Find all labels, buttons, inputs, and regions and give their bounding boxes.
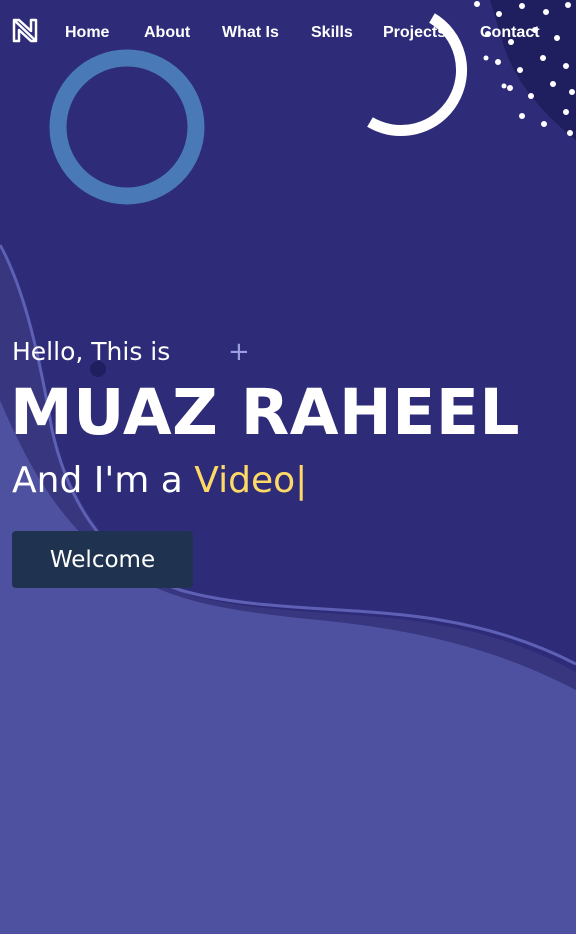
role-prefix: And I'm a [12,460,195,501]
nav-what-is[interactable]: What Is [222,24,279,42]
nav-about[interactable]: About [144,24,190,42]
hero-name: MUAZ RAHEEL [10,376,520,449]
role-typed-text: Video [194,460,296,501]
nav-skills[interactable]: Skills [311,24,353,42]
typing-cursor: | [295,460,308,501]
plus-icon: + [228,337,250,367]
welcome-button[interactable]: Welcome [12,531,193,588]
top-nav: Home About What Is Skills Projects Conta… [0,18,576,50]
nav-contact[interactable]: Contact [480,24,540,42]
hero-greeting: Hello, This is [12,337,171,366]
n-logo-icon[interactable] [11,18,39,44]
hero-section: Home About What Is Skills Projects Conta… [0,0,576,934]
hero-role: And I'm a Video| [12,460,307,501]
nav-home[interactable]: Home [65,24,109,42]
nav-projects[interactable]: Projects [383,24,446,42]
